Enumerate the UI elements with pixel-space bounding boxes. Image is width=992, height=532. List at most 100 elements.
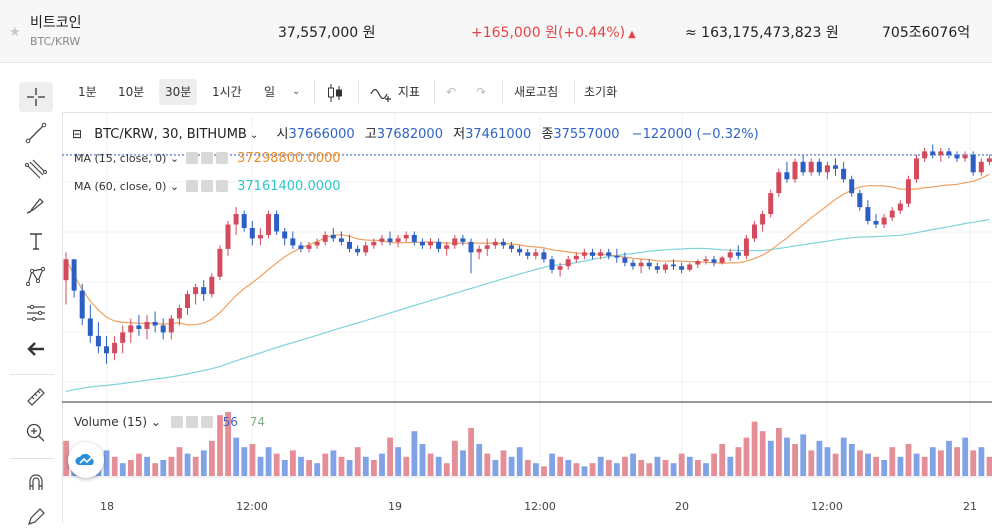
chevron-down-icon[interactable]: ⌄ (286, 79, 306, 105)
indicators-label: 지표 (397, 85, 420, 99)
price-chart[interactable]: 18 12:00 19 12:00 20 12:00 21 (62, 112, 992, 523)
interval-10m[interactable]: 10분 (112, 79, 150, 105)
volume-bar (905, 444, 912, 476)
volume-bar (573, 463, 580, 476)
volume-bar (241, 447, 248, 476)
candle-body (857, 193, 863, 208)
candle-body (274, 214, 280, 232)
volume-bar (281, 460, 288, 476)
candle-body (185, 294, 190, 309)
market-cap: 705조6076억 (882, 25, 971, 41)
close-icon[interactable] (215, 180, 228, 192)
ruler-icon[interactable] (19, 382, 53, 412)
candle-body (622, 257, 628, 263)
chevron-down-icon[interactable]: ⌄ (247, 130, 258, 141)
ma15-label[interactable]: MA (15, close, 0) (74, 152, 166, 165)
zoom-in-icon[interactable] (19, 418, 53, 448)
volume-bar (776, 428, 782, 476)
drawing-toolbar (0, 72, 63, 525)
volume-bar (605, 460, 612, 476)
x-tick-label: 12:00 (524, 500, 556, 513)
candle-body (176, 308, 182, 319)
volume-bar (711, 453, 717, 476)
reset-button[interactable]: 초기화 (578, 79, 623, 105)
volume-bar (128, 460, 134, 476)
volume-bar (978, 447, 985, 476)
chevron-down-icon[interactable]: ⌄ (166, 152, 179, 165)
brush-icon[interactable] (19, 190, 53, 220)
volume-bar (946, 440, 952, 476)
visibility-icon[interactable] (185, 180, 198, 192)
pattern-icon[interactable] (19, 262, 53, 292)
open-value: 37666000 (288, 127, 355, 142)
candle-body (646, 262, 652, 267)
ma60-legend: MA (60, close, 0) ⌄ 37161400.0000 (74, 179, 341, 194)
magnet-icon[interactable] (19, 467, 53, 497)
interval-1h[interactable]: 1시간 (206, 79, 248, 105)
candle-body (938, 151, 944, 155)
volume-bar (484, 453, 491, 476)
trade-volume: ≈ 163,175,473,823 원 (685, 25, 839, 41)
interval-30m[interactable]: 30분 (159, 79, 198, 105)
collapse-icon[interactable]: ⊟ (72, 127, 82, 141)
candle-body (403, 234, 409, 239)
pencil-lock-icon[interactable] (19, 502, 53, 532)
volume-bar (800, 434, 807, 476)
volume-label[interactable]: Volume (15) (74, 415, 147, 429)
chevron-down-icon[interactable]: ⌄ (147, 415, 161, 429)
close-icon[interactable] (215, 152, 228, 164)
candle-body (428, 241, 433, 246)
candle-body (500, 241, 506, 246)
volume-bar (508, 456, 515, 476)
candle-body (922, 151, 928, 159)
volume-bar (589, 463, 596, 476)
volume-bar (468, 428, 474, 476)
volume-bar (735, 447, 742, 476)
volume-bar (249, 444, 256, 476)
visibility-icon[interactable] (170, 416, 183, 428)
close-icon[interactable] (200, 416, 213, 428)
candle-body (395, 238, 401, 242)
volume-bar (913, 453, 920, 476)
ma60-label[interactable]: MA (60, close, 0) (74, 180, 166, 193)
candle-body (95, 335, 101, 347)
volume-bar (686, 456, 693, 476)
high-value: 37682000 (376, 127, 443, 142)
indicators-button[interactable]: 지표 (364, 79, 426, 105)
chevron-down-icon[interactable]: ⌄ (166, 180, 179, 193)
settings-icon[interactable] (185, 416, 198, 428)
favorite-star-icon[interactable]: ★ (9, 25, 21, 40)
volume-bar (395, 447, 402, 476)
symbol-label[interactable]: BTC/KRW, 30, BITHUMB (94, 127, 247, 142)
text-icon[interactable] (19, 226, 53, 256)
interval-day[interactable]: 일 (258, 79, 281, 105)
settings-icon[interactable] (200, 152, 213, 164)
candle-body (371, 241, 377, 246)
volume-bar (379, 453, 385, 476)
volume-bar (152, 463, 159, 476)
refresh-button[interactable]: 새로고침 (508, 79, 564, 105)
undo-icon[interactable]: ↶ (440, 79, 462, 105)
redo-icon[interactable]: ↷ (470, 79, 492, 105)
back-arrow-icon[interactable] (19, 334, 53, 364)
candle-body (905, 179, 911, 204)
settings-icon[interactable] (200, 180, 213, 192)
candle-body (306, 245, 312, 249)
volume-bar (524, 460, 531, 476)
crosshair-icon[interactable] (19, 82, 53, 112)
toolbar-separator (502, 80, 503, 104)
long-position-icon[interactable] (19, 298, 53, 328)
chart-logo-button[interactable] (68, 442, 104, 478)
candle-body (614, 255, 620, 258)
trend-line-icon[interactable] (19, 118, 53, 148)
interval-1m[interactable]: 1분 (72, 79, 103, 105)
candle-body (695, 261, 701, 265)
candle-body (484, 245, 490, 249)
visibility-icon[interactable] (185, 152, 198, 164)
volume-bar (346, 460, 353, 476)
candle-type-icon[interactable] (320, 79, 350, 105)
fib-channel-icon[interactable] (19, 154, 53, 184)
candle-body (727, 252, 733, 258)
candle-body (452, 238, 458, 246)
candle-body (533, 252, 539, 256)
